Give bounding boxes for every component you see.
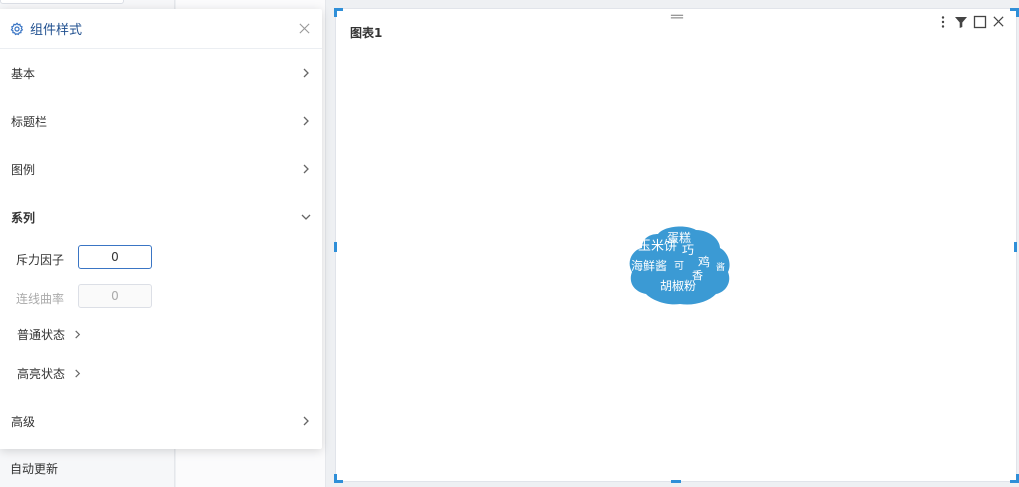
section-basic[interactable]: 基本 — [0, 63, 322, 83]
close-icon[interactable] — [992, 15, 1006, 29]
close-icon[interactable] — [298, 22, 312, 36]
highlight-state-label: 高亮状态 — [17, 367, 66, 381]
component-style-panel: 组件样式 基本 标题栏 图例 系列 斥力因子 0 连线曲率 0 普通状态 高亮状… — [0, 9, 322, 449]
cloud-word: 玉米饼 — [638, 239, 678, 254]
resize-handle-bottom-left[interactable] — [334, 474, 343, 483]
section-title-bar[interactable]: 标题栏 — [0, 111, 322, 131]
chevron-right-icon — [73, 369, 82, 378]
cloud-word: 巧 — [682, 243, 695, 257]
filter-icon[interactable] — [954, 15, 968, 29]
word-cloud[interactable]: 蛋糕 玉米饼 巧 海鲜酱 鸡 胡椒粉 香 可 酱 — [628, 224, 732, 306]
chart-widget[interactable]: 图表1 蛋糕 玉米饼 巧 海鲜酱 鸡 胡椒粉 香 可 酱 — [335, 8, 1017, 482]
sidebar-search-input[interactable] — [0, 0, 124, 4]
cloud-word: 鸡 — [698, 255, 711, 269]
repulsion-input[interactable]: 0 — [78, 245, 152, 269]
chevron-down-icon — [301, 212, 311, 222]
cloud-word: 酱 — [716, 263, 726, 273]
auto-update-label[interactable]: 自动更新 — [10, 460, 58, 477]
resize-handle-left[interactable] — [334, 242, 337, 252]
app-root: 自动更新 组件样式 基本 标题栏 图例 系列 斥力因子 0 连线曲率 0 普通状… — [0, 0, 1019, 487]
cloud-word: 海鲜酱 — [631, 259, 668, 273]
panel-title: 组件样式 — [30, 23, 83, 38]
section-series-label: 系列 — [11, 210, 36, 225]
section-advanced[interactable]: 高级 — [0, 411, 322, 431]
resize-handle-bottom-right[interactable] — [1010, 474, 1019, 483]
normal-state-row[interactable]: 普通状态 — [17, 326, 82, 343]
chevron-right-icon — [301, 68, 311, 78]
chevron-right-icon — [73, 330, 82, 339]
panel-header: 组件样式 — [0, 9, 322, 49]
chevron-right-icon — [301, 116, 311, 126]
widget-title: 图表1 — [350, 26, 383, 40]
section-title-bar-label: 标题栏 — [11, 114, 48, 129]
curveness-label: 连线曲率 — [16, 292, 65, 306]
section-legend-label: 图例 — [11, 162, 36, 177]
section-legend[interactable]: 图例 — [0, 159, 322, 179]
more-vertical-icon[interactable] — [936, 15, 950, 29]
resize-handle-right[interactable] — [1014, 242, 1017, 252]
cloud-word: 胡椒粉 — [660, 279, 697, 293]
maximize-icon[interactable] — [973, 15, 987, 29]
cloud-word: 香 — [692, 269, 703, 282]
gear-icon — [10, 21, 24, 36]
section-series[interactable]: 系列 — [0, 207, 322, 227]
resize-handle-top-left[interactable] — [334, 8, 343, 17]
drag-handle-icon[interactable] — [670, 13, 686, 21]
normal-state-label: 普通状态 — [17, 328, 66, 342]
section-advanced-label: 高级 — [11, 414, 36, 429]
resize-handle-top-right[interactable] — [1010, 8, 1019, 17]
curveness-input[interactable]: 0 — [78, 284, 152, 308]
section-basic-label: 基本 — [11, 66, 36, 81]
repulsion-label: 斥力因子 — [16, 253, 65, 267]
chevron-right-icon — [301, 416, 311, 426]
resize-handle-bottom[interactable] — [671, 480, 681, 483]
chevron-right-icon — [301, 164, 311, 174]
highlight-state-row[interactable]: 高亮状态 — [17, 365, 82, 382]
cloud-word: 可 — [674, 261, 684, 272]
